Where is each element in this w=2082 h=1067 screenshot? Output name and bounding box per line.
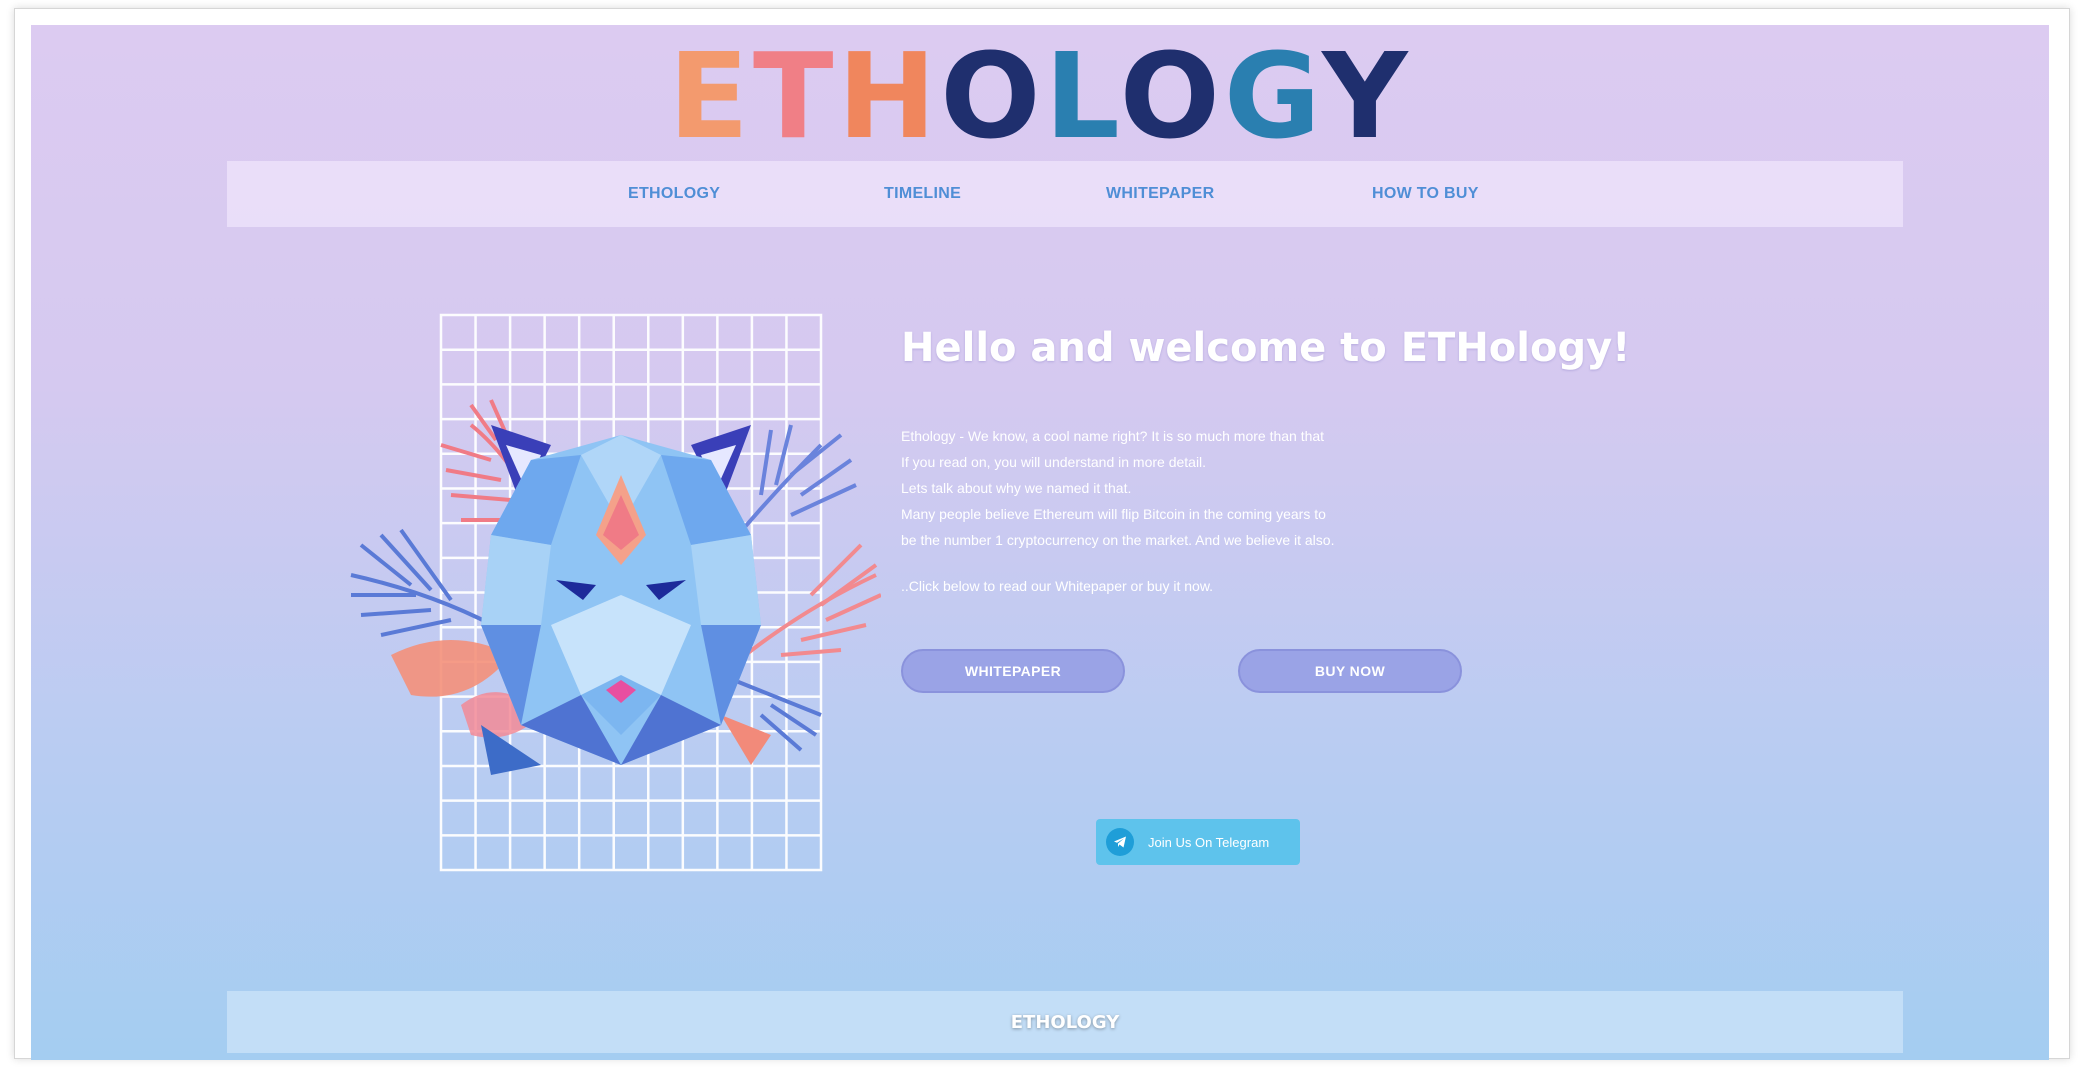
hero-paragraph: Many people believe Ethereum will flip B… bbox=[901, 506, 1326, 522]
hero-body: Ethology - We know, a cool name right? I… bbox=[901, 423, 1461, 599]
buy-now-button[interactable]: BUY NOW bbox=[1238, 649, 1462, 693]
footer: ETHOLOGY bbox=[227, 991, 1903, 1053]
telegram-icon bbox=[1106, 828, 1134, 856]
whitepaper-button[interactable]: WHITEPAPER bbox=[901, 649, 1125, 693]
hero-title: Hello and welcome to ETHology! bbox=[901, 325, 1631, 371]
screenshot-frame: ETHOLOGY ETHOLOGY TIMELINE WHITEPAPER HO… bbox=[14, 8, 2070, 1060]
site-logo[interactable]: ETHOLOGY bbox=[31, 37, 2049, 155]
geometric-tiger-with-leaves-icon bbox=[350, 313, 881, 872]
page: ETHOLOGY ETHOLOGY TIMELINE WHITEPAPER HO… bbox=[31, 25, 2049, 1060]
main-nav: ETHOLOGY TIMELINE WHITEPAPER HOW TO BUY bbox=[227, 161, 1903, 227]
nav-item-ethology[interactable]: ETHOLOGY bbox=[628, 185, 720, 203]
logo-eth: ETH bbox=[668, 27, 941, 165]
hero-paragraph: If you read on, you will understand in m… bbox=[901, 454, 1207, 470]
nav-item-how-to-buy[interactable]: HOW TO BUY bbox=[1372, 185, 1479, 203]
hero-paragraph: be the number 1 cryptocurrency on the ma… bbox=[901, 532, 1335, 548]
hero-paragraph: Lets talk about why we named it that. bbox=[901, 480, 1132, 496]
telegram-button[interactable]: Join Us On Telegram bbox=[1096, 819, 1300, 865]
hero-cta-text: ..Click below to read our Whitepaper or … bbox=[901, 578, 1214, 594]
logo-ology: OLOGY bbox=[940, 27, 1412, 165]
tiger-head bbox=[481, 425, 761, 765]
hero-paragraph: Ethology - We know, a cool name right? I… bbox=[901, 428, 1325, 444]
nav-item-timeline[interactable]: TIMELINE bbox=[884, 185, 961, 203]
footer-brand: ETHOLOGY bbox=[1010, 1011, 1120, 1033]
nav-item-whitepaper[interactable]: WHITEPAPER bbox=[1106, 185, 1214, 203]
telegram-label: Join Us On Telegram bbox=[1148, 834, 1270, 850]
